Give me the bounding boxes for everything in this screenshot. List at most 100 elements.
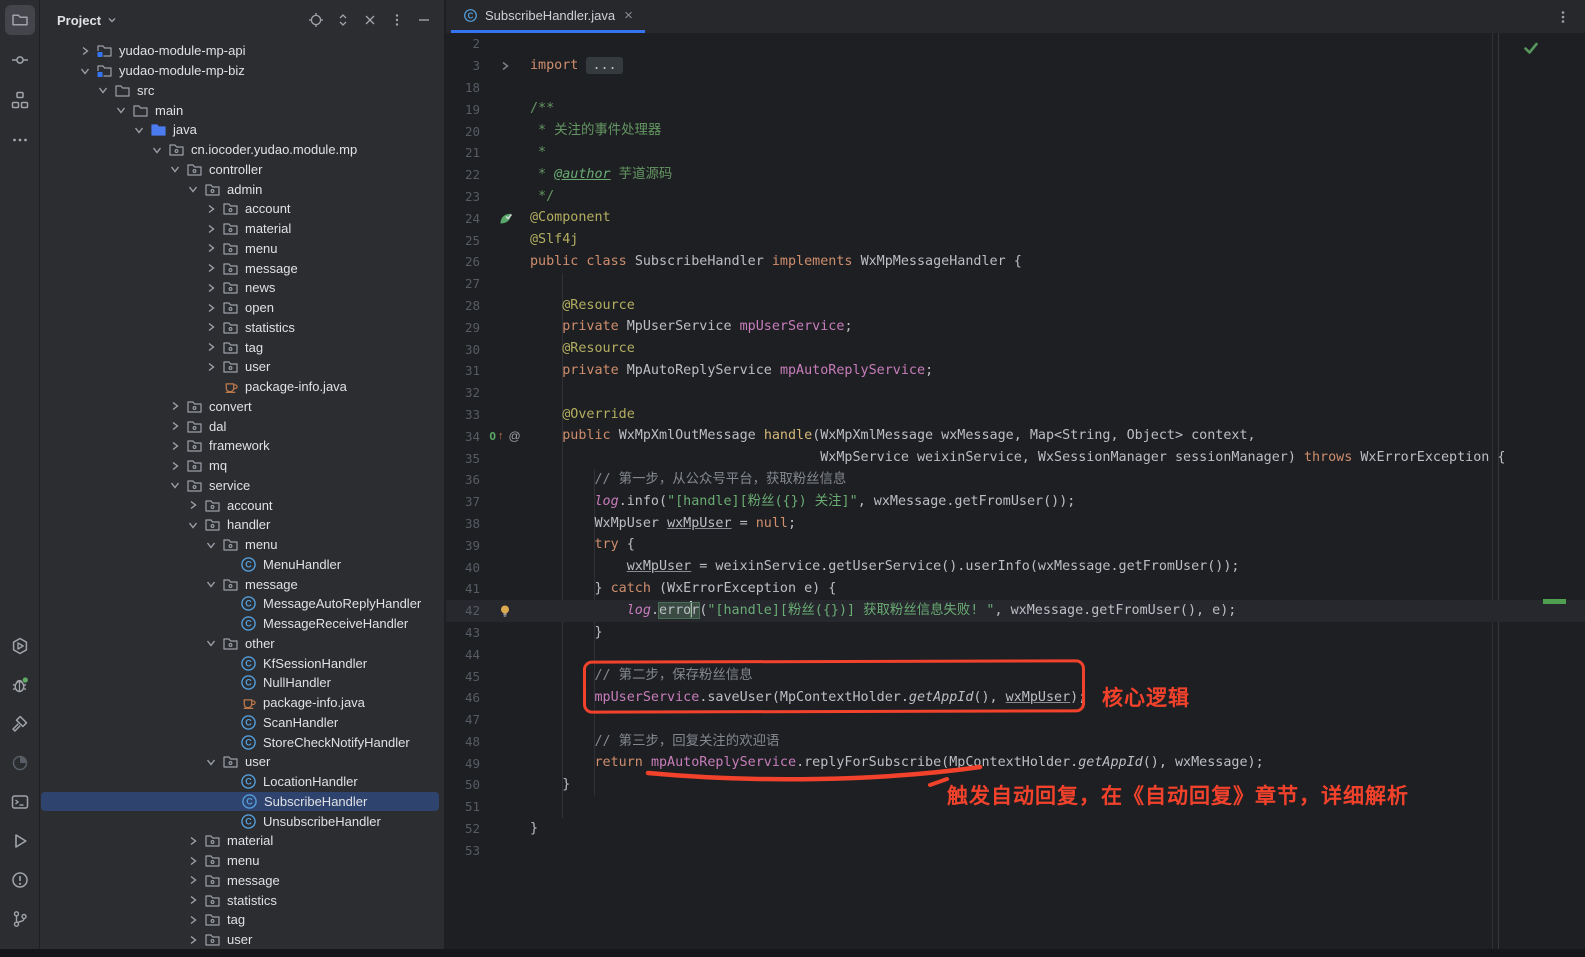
chevron-open-icon[interactable]: [167, 477, 183, 493]
tree-item-statistics[interactable]: statistics: [40, 890, 438, 910]
code-line-3[interactable]: 3import ...: [446, 55, 1585, 77]
tree-item-service[interactable]: service: [40, 476, 438, 496]
tree-item-message[interactable]: message: [40, 258, 438, 278]
code-line-27[interactable]: 27: [446, 273, 1585, 295]
tree-item-other[interactable]: other: [40, 634, 438, 654]
code-line-2[interactable]: 2: [446, 33, 1585, 55]
tree-item-yudao-module-mp-biz[interactable]: yudao-module-mp-biz: [40, 61, 438, 81]
tree-item-main[interactable]: main: [40, 100, 438, 120]
expand-all-icon[interactable]: [335, 12, 351, 28]
code-line-19[interactable]: 19/**: [446, 98, 1585, 120]
chevron-closed-icon[interactable]: [167, 458, 183, 474]
tree-item-storechecknotifyhandler[interactable]: CStoreCheckNotifyHandler: [40, 732, 438, 752]
code-line-20[interactable]: 20 * 关注的事件处理器: [446, 120, 1585, 142]
tree-item-nullhandler[interactable]: CNullHandler: [40, 673, 438, 693]
tree-item-news[interactable]: news: [40, 278, 438, 298]
tab-subscribehandler-java[interactable]: C SubscribeHandler.java ×: [451, 0, 645, 33]
code-line-35[interactable]: 35 WxMpService weixinService, WxSessionM…: [446, 447, 1585, 469]
tree-item-convert[interactable]: convert: [40, 397, 438, 417]
chevron-closed-icon[interactable]: [203, 201, 219, 217]
run-icon[interactable]: [5, 826, 35, 856]
project-panel-title[interactable]: Project: [57, 13, 118, 28]
structure-icon[interactable]: [5, 85, 35, 115]
chevron-closed-icon[interactable]: [167, 438, 183, 454]
tree-item-unsubscribehandler[interactable]: CUnsubscribeHandler: [40, 811, 438, 831]
tree-item-user[interactable]: user: [40, 357, 438, 377]
tree-item-cn-iocoder-yudao-module-mp[interactable]: cn.iocoder.yudao.module.mp: [40, 140, 438, 160]
chevron-closed-icon[interactable]: [203, 359, 219, 375]
locate-icon[interactable]: [308, 12, 324, 28]
commit-icon[interactable]: [5, 45, 35, 75]
chevron-closed-icon[interactable]: [185, 932, 201, 948]
chevron-closed-icon[interactable]: [77, 43, 93, 59]
tab-options-kebab-icon[interactable]: [1555, 0, 1571, 33]
code-line-30[interactable]: 30 @Resource: [446, 338, 1585, 360]
chevron-closed-icon[interactable]: [203, 339, 219, 355]
chevron-closed-icon[interactable]: [185, 853, 201, 869]
tree-item-statistics[interactable]: statistics: [40, 318, 438, 338]
code-line-40[interactable]: 40 wxMpUser = weixinService.getUserServi…: [446, 556, 1585, 578]
tree-item-account[interactable]: account: [40, 199, 438, 219]
spring-bean-icon[interactable]: [498, 211, 513, 226]
tree-item-yudao-module-mp-api[interactable]: yudao-module-mp-api: [40, 41, 438, 61]
code-line-24[interactable]: 24@Component: [446, 207, 1585, 229]
code-line-37[interactable]: 37 log.info("[handle][粉丝({}) 关注]", wxMes…: [446, 491, 1585, 513]
code-line-28[interactable]: 28 @Resource: [446, 295, 1585, 317]
code-line-31[interactable]: 31 private MpAutoReplyService mpAutoRepl…: [446, 360, 1585, 382]
code-line-53[interactable]: 53: [446, 839, 1585, 861]
code-line-48[interactable]: 48 // 第三步，回复关注的欢迎语: [446, 731, 1585, 753]
chevron-closed-icon[interactable]: [203, 260, 219, 276]
debug-icon[interactable]: [5, 670, 35, 700]
chevron-closed-icon[interactable]: [203, 300, 219, 316]
chevron-open-icon[interactable]: [185, 517, 201, 533]
tree-item-menuhandler[interactable]: CMenuHandler: [40, 555, 438, 575]
code-line-23[interactable]: 23 */: [446, 186, 1585, 208]
chevron-closed-icon[interactable]: [203, 221, 219, 237]
chevron-closed-icon[interactable]: [203, 240, 219, 256]
code-line-34[interactable]: 34O↑@ public WxMpXmlOutMessage handle(Wx…: [446, 425, 1585, 447]
tree-item-dal[interactable]: dal: [40, 416, 438, 436]
services-icon[interactable]: [5, 631, 35, 661]
code-line-22[interactable]: 22 * @author 芋道源码: [446, 164, 1585, 186]
chevron-open-icon[interactable]: [203, 576, 219, 592]
collapse-all-icon[interactable]: [362, 12, 378, 28]
tree-item-tag[interactable]: tag: [40, 910, 438, 930]
tree-item-tag[interactable]: tag: [40, 337, 438, 357]
fold-chevron-icon[interactable]: [499, 60, 511, 72]
code-line-18[interactable]: 18: [446, 77, 1585, 99]
tree-item-mq[interactable]: mq: [40, 456, 438, 476]
tree-item-material[interactable]: material: [40, 219, 438, 239]
chevron-open-icon[interactable]: [203, 754, 219, 770]
code-line-43[interactable]: 43 }: [446, 622, 1585, 644]
code-line-32[interactable]: 32: [446, 382, 1585, 404]
chevron-closed-icon[interactable]: [203, 319, 219, 335]
code-line-39[interactable]: 39 try {: [446, 534, 1585, 556]
inspections-ok-check-icon[interactable]: [1522, 39, 1540, 57]
problems-icon[interactable]: [5, 865, 35, 895]
tree-item-material[interactable]: material: [40, 831, 438, 851]
build-icon[interactable]: [5, 709, 35, 739]
editor-body[interactable]: 23import ...1819/**20 * 关注的事件处理器21 *22 *…: [446, 33, 1585, 957]
tree-item-package-info-java[interactable]: package-info.java: [40, 693, 438, 713]
code-line-21[interactable]: 21 *: [446, 142, 1585, 164]
code-line-33[interactable]: 33 @Override: [446, 404, 1585, 426]
chevron-closed-icon[interactable]: [167, 398, 183, 414]
tree-item-controller[interactable]: controller: [40, 160, 438, 180]
tree-item-messagereceivehandler[interactable]: CMessageReceiveHandler: [40, 614, 438, 634]
terminal-icon[interactable]: [5, 787, 35, 817]
tree-item-admin[interactable]: admin: [40, 179, 438, 199]
tree-item-scanhandler[interactable]: CScanHandler: [40, 713, 438, 733]
tree-item-java[interactable]: java: [40, 120, 438, 140]
tree-item-subscribehandler[interactable]: CSubscribeHandler: [41, 792, 439, 812]
chevron-closed-icon[interactable]: [185, 892, 201, 908]
chevron-open-icon[interactable]: [77, 63, 93, 79]
code-line-49[interactable]: 49 return mpAutoReplyService.replyForSub…: [446, 752, 1585, 774]
tree-item-messageautoreplyhandler[interactable]: CMessageAutoReplyHandler: [40, 594, 438, 614]
tree-item-message[interactable]: message: [40, 574, 438, 594]
overrides-method-icon[interactable]: O: [489, 430, 496, 443]
project-icon[interactable]: [5, 5, 35, 35]
chevron-closed-icon[interactable]: [167, 418, 183, 434]
chevron-open-icon[interactable]: [131, 122, 147, 138]
code-line-41[interactable]: 41 } catch (WxErrorException e) {: [446, 578, 1585, 600]
code-line-36[interactable]: 36 // 第一步，从公众号平台，获取粉丝信息: [446, 469, 1585, 491]
